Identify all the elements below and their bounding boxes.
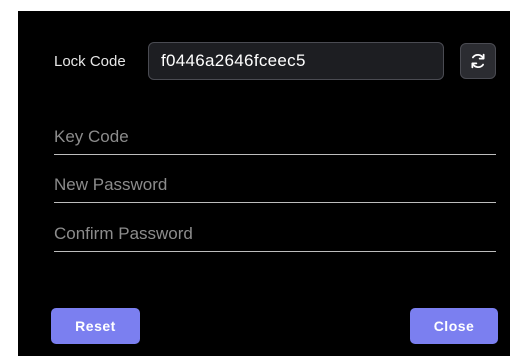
confirm-password-field — [54, 218, 496, 252]
refresh-icon — [471, 53, 485, 69]
lock-code-label: Lock Code — [54, 53, 126, 70]
lock-code-field[interactable]: f0446a2646fceec5 — [148, 42, 444, 80]
refresh-lock-code-button[interactable] — [460, 43, 496, 79]
new-password-input[interactable] — [54, 169, 496, 202]
key-code-field — [54, 121, 496, 155]
reset-button[interactable]: Reset — [51, 308, 140, 344]
password-reset-dialog: Lock Code f0446a2646fceec5 Reset Close — [18, 11, 510, 356]
key-code-input[interactable] — [54, 121, 496, 154]
confirm-password-input[interactable] — [54, 218, 496, 251]
new-password-field — [54, 169, 496, 203]
close-button[interactable]: Close — [410, 308, 498, 344]
